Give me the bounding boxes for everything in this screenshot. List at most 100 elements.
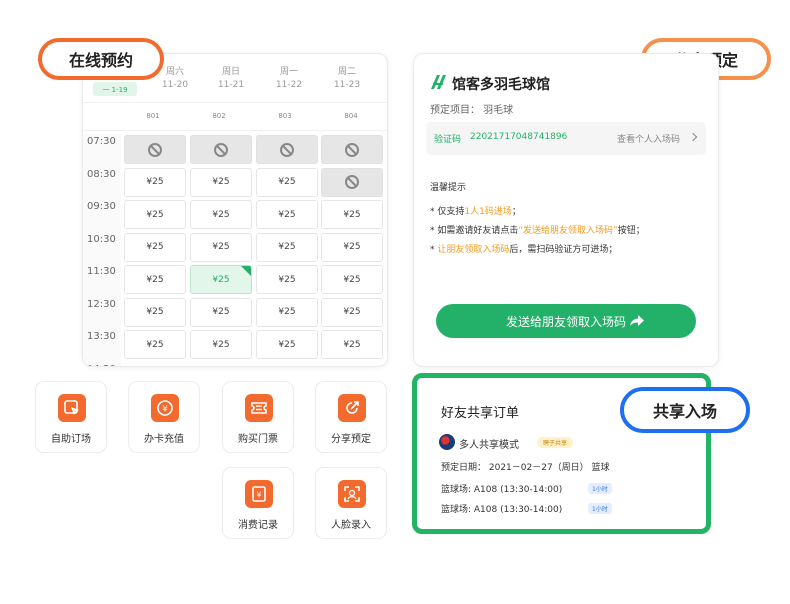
send-to-friend-button[interactable]: 发送给朋友领取入场码 — [436, 304, 696, 338]
slot-available[interactable]: ¥25 — [256, 330, 318, 359]
day-week: 周二 — [337, 67, 356, 77]
slot-available[interactable]: ¥25 — [190, 232, 252, 262]
slot-available[interactable]: ¥25 — [190, 330, 252, 359]
tile-label: 分享预定 — [331, 434, 371, 445]
slot-available[interactable]: ¥25 — [124, 330, 186, 359]
court-label: 804 — [344, 112, 358, 120]
slot-available[interactable]: ¥25 — [256, 265, 318, 294]
slot-unavailable[interactable] — [321, 135, 383, 164]
tip-3: * 让朋友领取入场码后，需扫码验证方可进场； — [430, 245, 618, 255]
slot-unavailable[interactable] — [321, 167, 383, 197]
tile-self-booking[interactable]: 自助订场 — [35, 381, 107, 453]
slot-available[interactable]: ¥25 — [321, 265, 383, 294]
slot-available[interactable]: ¥25 — [321, 330, 383, 359]
time-label: 09:30 — [87, 201, 116, 212]
send-button-label: 发送给朋友领取入场码 — [505, 314, 626, 329]
tip-2: * 如需邀请好友请点击“发送给朋友领取入场码”按钮； — [430, 226, 645, 236]
duration-badge: 1小时 — [588, 503, 612, 514]
online-booking-label: 在线预约 — [38, 38, 164, 80]
tile-label: 购买门票 — [238, 434, 278, 445]
day-tab-sun[interactable]: 周日 11-21 — [203, 66, 259, 92]
day-week: 周日 — [221, 67, 240, 77]
verification-code-row[interactable]: 验证码 22021717048741896 查看个人入场码 — [426, 122, 706, 155]
slot-unavailable[interactable] — [124, 135, 186, 164]
slot-available[interactable]: ¥25 — [124, 297, 186, 327]
time-label: 08:30 — [87, 168, 116, 180]
shared-order-title: 好友共享订单 — [441, 406, 520, 421]
slot-selected[interactable]: ¥25 — [190, 265, 252, 294]
slot-available[interactable]: ¥25 — [190, 297, 252, 327]
slot-available[interactable]: ¥25 — [190, 200, 252, 229]
tile-share-booking[interactable]: 分享预定 — [315, 381, 387, 453]
slot-available[interactable]: ¥25 — [124, 232, 186, 262]
project-label: 预定项目： 羽毛球 — [430, 105, 514, 116]
face-scan-icon — [338, 480, 366, 508]
time-label: 13:30 — [87, 331, 116, 342]
court-line: 篮球场: A108 (13:30-14:00) — [441, 485, 563, 495]
tile-buy-ticket[interactable]: 购买门票 — [222, 381, 294, 453]
slot-available[interactable]: ¥25 — [256, 297, 318, 327]
slot-available[interactable]: ¥25 — [124, 200, 186, 229]
svg-text:¥: ¥ — [256, 491, 261, 500]
tile-face-enroll[interactable]: 人脸录入 — [315, 467, 387, 539]
day-tab-tue[interactable]: 周二 11-23 — [319, 66, 375, 92]
cursor-icon — [58, 394, 86, 422]
share-icon — [338, 394, 366, 422]
time-label: 11:30 — [87, 266, 116, 277]
selected-day-label[interactable]: 一 1-19 — [87, 84, 143, 97]
venue-logo-icon — [431, 75, 446, 89]
ban-icon — [345, 142, 359, 157]
avatar — [439, 434, 455, 450]
day-date: 11-20 — [161, 80, 189, 90]
time-label: 12:30 — [87, 298, 116, 310]
slot-available[interactable]: ¥25 — [124, 167, 186, 197]
day-date: 11-21 — [217, 80, 245, 90]
ban-icon — [214, 142, 228, 157]
day-tab-mon[interactable]: 周一 11-22 — [261, 66, 317, 92]
tile-label: 人脸录入 — [331, 520, 371, 531]
tile-card-recharge[interactable]: ¥ 办卡充值 — [128, 381, 200, 453]
share-arrow-icon — [630, 315, 644, 326]
venue-title: 馆客多羽毛球馆 — [452, 77, 550, 93]
tile-label: 自助订场 — [51, 434, 91, 445]
slot-available[interactable]: ¥25 — [321, 200, 383, 229]
court-label: 803 — [278, 112, 292, 120]
slot-unavailable[interactable] — [256, 135, 318, 164]
view-personal-code-link[interactable]: 查看个人入场码 — [617, 132, 680, 145]
code-value: 22021717048741896 — [470, 132, 568, 142]
time-label: 10:30 — [87, 233, 116, 245]
tile-label: 消费记录 — [238, 520, 278, 531]
divider — [83, 102, 387, 103]
share-mode-badge: 聘子共享 — [537, 437, 574, 448]
chevron-right-icon — [688, 132, 698, 142]
slot-available[interactable]: ¥25 — [256, 167, 318, 197]
share-booking-card: 馆客多羽毛球馆 预定项目： 羽毛球 验证码 22021717048741896 … — [413, 53, 719, 367]
ban-icon — [345, 175, 359, 189]
slot-available[interactable]: ¥25 — [256, 200, 318, 229]
booking-grid-panel: 一 1-19 周六 11-20 周日 11-21 周一 11-22 周二 11-… — [82, 53, 388, 367]
court-label: 802 — [212, 112, 226, 120]
slot-unavailable[interactable] — [190, 135, 252, 164]
ban-icon — [148, 142, 162, 157]
ticket-icon — [245, 394, 273, 422]
tile-label: 办卡充值 — [144, 434, 184, 445]
court-label: 801 — [146, 112, 160, 120]
slot-available[interactable]: ¥25 — [256, 232, 318, 262]
day-date: 11-23 — [333, 80, 361, 90]
duration-badge: 1小时 — [588, 483, 612, 494]
time-label: 14:30 — [87, 364, 121, 367]
tile-consumption-record[interactable]: ¥ 消费记录 — [222, 467, 294, 539]
slot-available[interactable]: ¥25 — [321, 297, 383, 327]
tips-title: 温馨提示 — [430, 183, 467, 193]
slot-available[interactable]: ¥25 — [124, 265, 186, 294]
day-date: 11-22 — [275, 80, 303, 90]
ban-icon — [280, 142, 294, 157]
divider — [83, 130, 387, 131]
tip-1: * 仅支持1人1码进场； — [430, 207, 521, 217]
day-week: 周一 — [279, 67, 298, 77]
shared-entry-label: 共享入场 — [620, 387, 750, 433]
slot-available[interactable]: ¥25 — [321, 232, 383, 262]
slot-available[interactable]: ¥25 — [190, 167, 252, 197]
code-label: 验证码 — [434, 135, 462, 145]
share-mode: 多人共享模式 — [459, 440, 519, 451]
